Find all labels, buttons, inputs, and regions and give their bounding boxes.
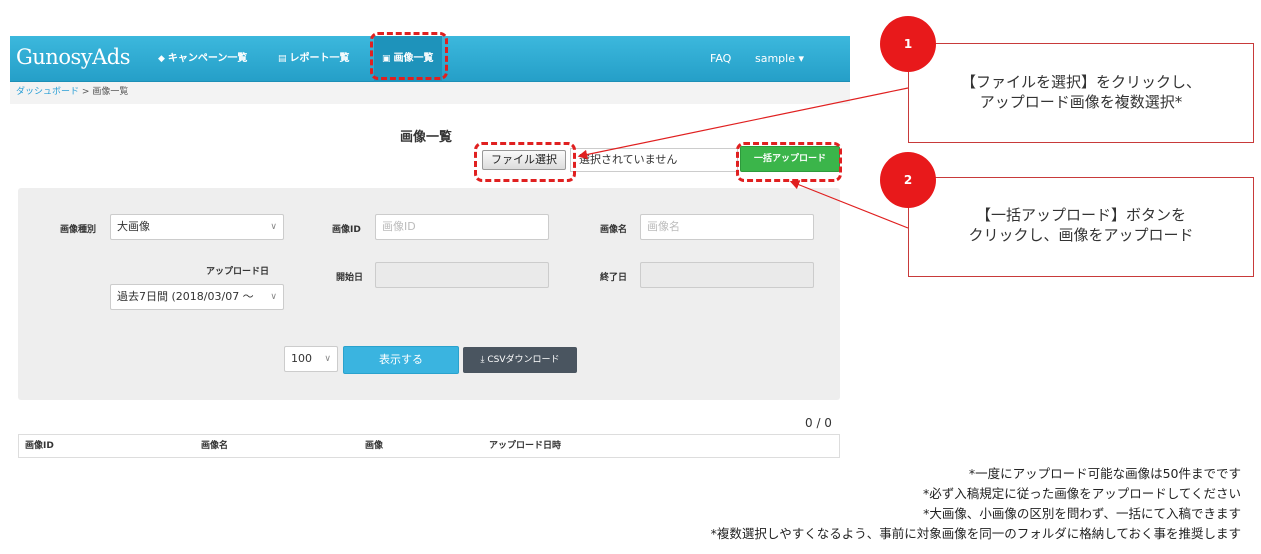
footnote-3: *大画像、小画像の区別を問わず、一括にて入稿できます: [923, 506, 1241, 521]
footnote-1: *一度にアップロード可能な画像は50件までです: [968, 466, 1241, 481]
footnotes: *一度にアップロード可能な画像は50件までです *必ず入稿規定に従った画像をアッ…: [711, 464, 1241, 544]
footnote-2: *必ず入稿規定に従った画像をアップロードしてください: [922, 486, 1241, 501]
callout-number-1: 1: [880, 16, 936, 72]
callout-number-2: 2: [880, 152, 936, 208]
arrow-to-file-select: [577, 87, 909, 160]
callout-box-1: 【ファイルを選択】をクリックし、 アップロード画像を複数選択*: [908, 43, 1254, 143]
footnote-4: *複数選択しやすくなるよう、事前に対象画像を同一のフォルダに格納しておく事を推奨…: [710, 526, 1241, 541]
callout-box-2: 【一括アップロード】ボタンを クリックし、画像をアップロード: [908, 177, 1254, 277]
